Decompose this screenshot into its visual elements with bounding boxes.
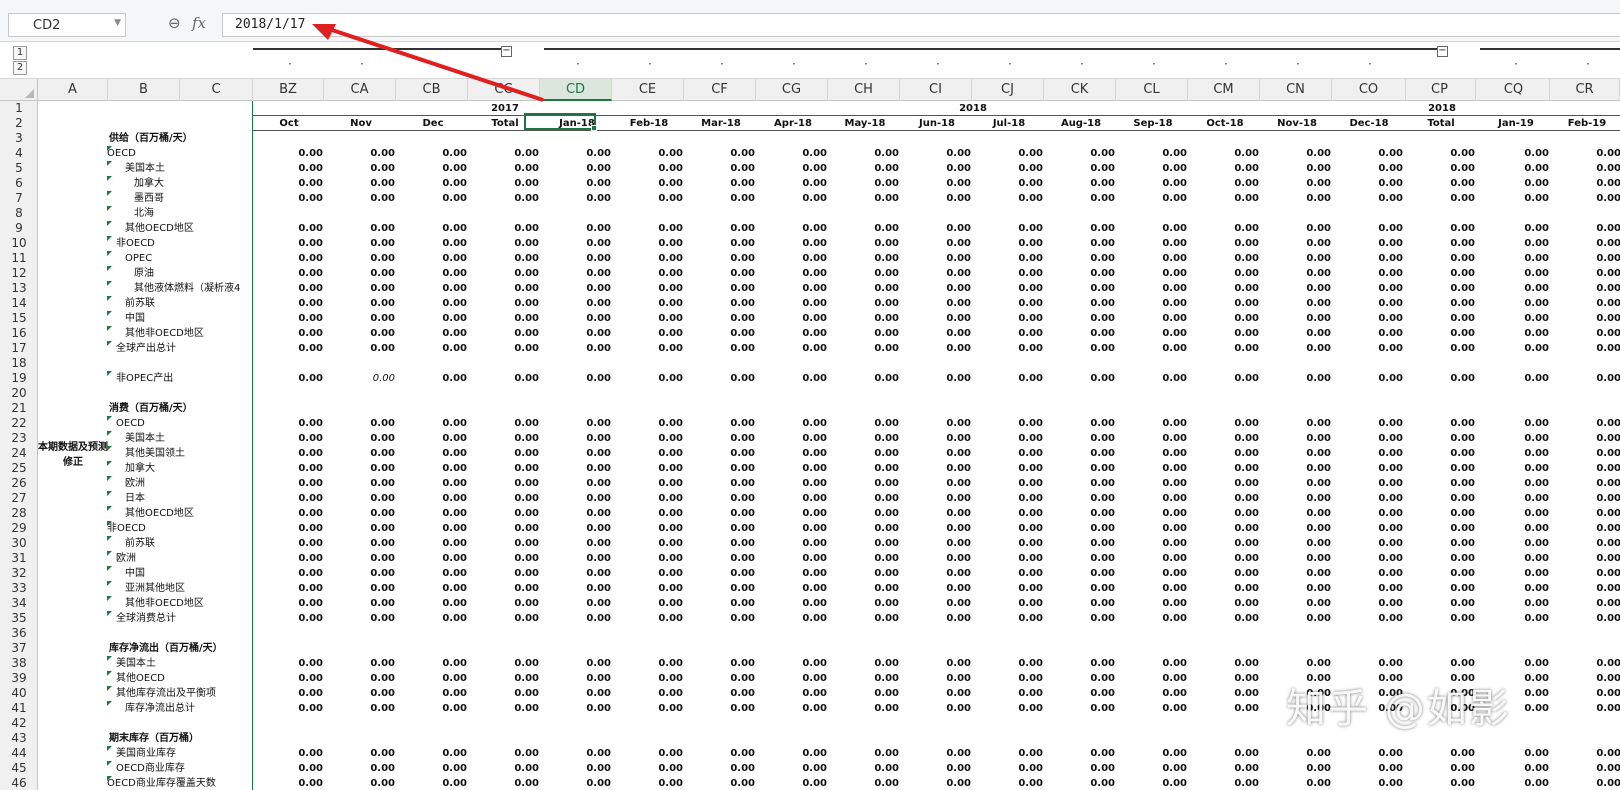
annotation-arrow — [312, 24, 544, 102]
spreadsheet-window: CD2 ▼ ⊖ fx 2018/1/17 1 2 − − · · · · · · · · · · · · · ·… — [0, 0, 1620, 790]
